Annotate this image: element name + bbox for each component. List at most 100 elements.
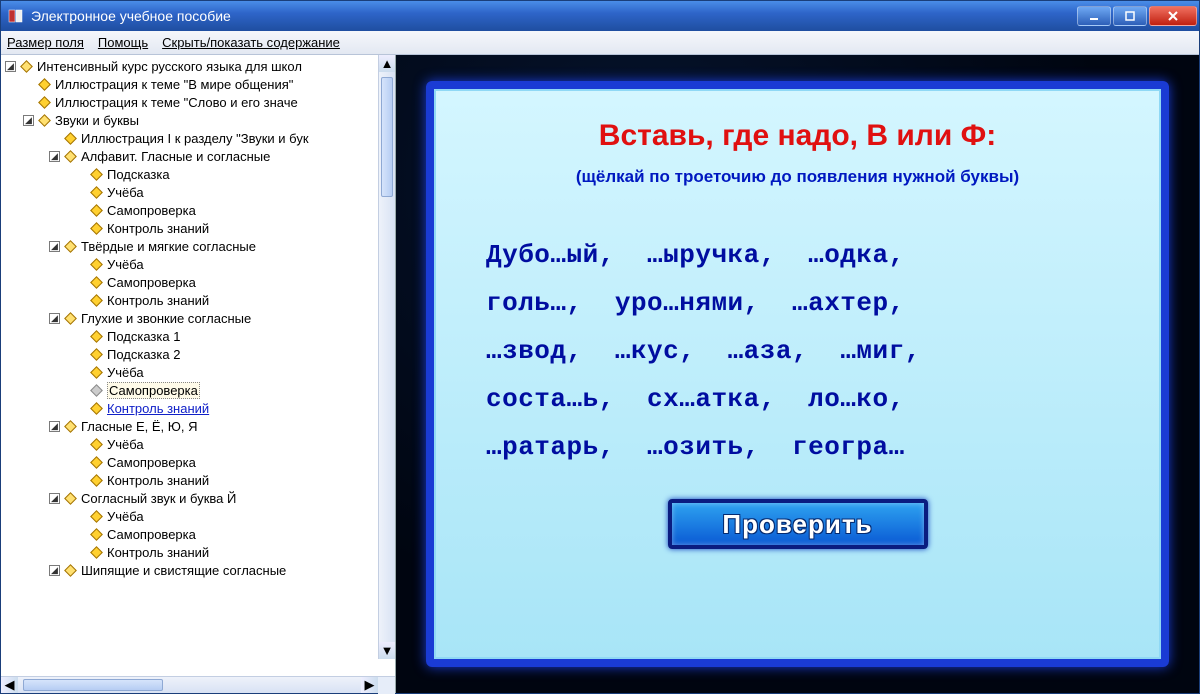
maximize-button[interactable] <box>1113 6 1147 26</box>
check-button[interactable]: Проверить <box>668 499 928 549</box>
exercise-panel: Вставь, где надо, В или Ф: (щёлкай по тр… <box>426 81 1169 667</box>
expand-icon[interactable]: ◢ <box>23 115 34 126</box>
tree-item[interactable]: Учёба <box>107 437 144 452</box>
word-blank[interactable]: …кус, <box>615 336 696 366</box>
tree-item-selected[interactable]: Самопроверка <box>107 382 200 399</box>
tree-item[interactable]: Алфавит. Гласные и согласные <box>81 149 270 164</box>
menu-field-size[interactable]: Размер поля <box>7 35 84 50</box>
page-icon <box>89 403 103 413</box>
word-blank[interactable]: ло…ко, <box>808 384 905 414</box>
tree-item[interactable]: Иллюстрация к теме "В мире общения" <box>55 77 293 92</box>
page-icon <box>89 457 103 467</box>
tree-item[interactable]: Контроль знаний <box>107 473 209 488</box>
vertical-scrollbar[interactable]: ▲ ▼ <box>378 55 395 659</box>
window-controls <box>1077 6 1197 26</box>
folder-icon <box>63 241 77 251</box>
tree-item[interactable]: Контроль знаний <box>107 293 209 308</box>
word-blank[interactable]: уро…нями, <box>615 288 760 318</box>
tree-item[interactable]: Контроль знаний <box>107 401 209 416</box>
expand-icon[interactable]: ◢ <box>49 421 60 432</box>
tree-panel: ◢ Интенсивный курс русского языка для шк… <box>1 55 395 676</box>
scroll-up-icon[interactable]: ▲ <box>379 55 395 72</box>
page-icon <box>63 133 77 143</box>
page-icon <box>89 295 103 305</box>
word-blank[interactable]: сх…атка, <box>647 384 776 414</box>
eye-icon <box>89 385 103 395</box>
tree-item[interactable]: Интенсивный курс русского языка для школ <box>37 59 302 74</box>
spacer <box>23 79 34 90</box>
tree-item[interactable]: Подсказка <box>107 167 170 182</box>
page-icon <box>89 223 103 233</box>
page-icon <box>37 79 51 89</box>
tree-item[interactable]: Самопроверка <box>107 275 196 290</box>
tree-item[interactable]: Учёба <box>107 365 144 380</box>
word-blank[interactable]: …аза, <box>728 336 809 366</box>
page-icon <box>89 277 103 287</box>
tree-item[interactable]: Глухие и звонкие согласные <box>81 311 251 326</box>
word-blank[interactable]: …ыручка, <box>647 240 776 270</box>
scroll-down-icon[interactable]: ▼ <box>379 642 395 659</box>
tree-item[interactable]: Контроль знаний <box>107 545 209 560</box>
word-blank[interactable]: …озить, <box>647 432 760 462</box>
expand-icon[interactable]: ◢ <box>49 241 60 252</box>
page-icon <box>37 97 51 107</box>
folder-icon <box>63 313 77 323</box>
tree-item[interactable]: Согласный звук и буква Й <box>81 491 236 506</box>
folder-icon <box>63 151 77 161</box>
word-blank[interactable]: …миг, <box>840 336 921 366</box>
expand-icon[interactable]: ◢ <box>49 493 60 504</box>
folder-icon <box>37 115 51 125</box>
tree: ◢ Интенсивный курс русского языка для шк… <box>1 57 395 579</box>
book-icon <box>19 61 33 71</box>
scroll-left-icon[interactable]: ◀ <box>1 677 18 693</box>
tree-item[interactable]: Учёба <box>107 509 144 524</box>
scroll-right-icon[interactable]: ▶ <box>361 677 378 693</box>
scroll-thumb[interactable] <box>381 77 393 197</box>
page-icon <box>89 349 103 359</box>
word-blank[interactable]: голь…, <box>486 288 583 318</box>
page-icon <box>89 169 103 179</box>
tree-item[interactable]: Учёба <box>107 257 144 272</box>
expand-icon[interactable]: ◢ <box>49 565 60 576</box>
tree-item[interactable]: Самопроверка <box>107 527 196 542</box>
scroll-thumb[interactable] <box>23 679 163 691</box>
page-icon <box>89 475 103 485</box>
tree-item[interactable]: Самопроверка <box>107 203 196 218</box>
exercise-subtitle: (щёлкай по троеточию до появления нужной… <box>576 167 1019 187</box>
expand-icon[interactable]: ◢ <box>49 313 60 324</box>
folder-icon <box>63 493 77 503</box>
tree-item[interactable]: Шипящие и свистящие согласные <box>81 563 286 578</box>
word-blank[interactable]: Дубо…ый, <box>486 240 615 270</box>
word-blank[interactable]: …одка, <box>808 240 905 270</box>
word-blank[interactable]: геогра… <box>792 432 905 462</box>
page-icon <box>89 331 103 341</box>
tree-item[interactable]: Звуки и буквы <box>55 113 139 128</box>
word-blank[interactable]: соста…ь, <box>486 384 615 414</box>
tree-item[interactable]: Твёрдые и мягкие согласные <box>81 239 256 254</box>
tree-item[interactable]: Подсказка 1 <box>107 329 180 344</box>
horizontal-scrollbar[interactable]: ◀ ▶ <box>1 676 395 693</box>
app-window: Электронное учебное пособие Размер поля … <box>0 0 1200 694</box>
page-icon <box>89 205 103 215</box>
exercise-body: Дубо…ый, …ыручка, …одка, голь…, уро…нями… <box>464 231 1131 471</box>
tree-item[interactable]: Иллюстрация I к разделу "Звуки и бук <box>81 131 309 146</box>
tree-item[interactable]: Самопроверка <box>107 455 196 470</box>
menu-toggle-toc[interactable]: Скрыть/показать содержание <box>162 35 340 50</box>
tree-item[interactable]: Контроль знаний <box>107 221 209 236</box>
close-button[interactable] <box>1149 6 1197 26</box>
menu-help[interactable]: Помощь <box>98 35 148 50</box>
tree-item[interactable]: Учёба <box>107 185 144 200</box>
word-blank[interactable]: …ахтер, <box>792 288 905 318</box>
expand-icon[interactable]: ◢ <box>49 151 60 162</box>
tree-item[interactable]: Иллюстрация к теме "Слово и его значе <box>55 95 298 110</box>
content-area: Вставь, где надо, В или Ф: (щёлкай по тр… <box>396 55 1199 693</box>
minimize-button[interactable] <box>1077 6 1111 26</box>
tree-item[interactable]: Подсказка 2 <box>107 347 180 362</box>
expand-icon[interactable]: ◢ <box>5 61 16 72</box>
tree-item[interactable]: Гласные Е, Ё, Ю, Я <box>81 419 198 434</box>
body-row: ◢ Интенсивный курс русского языка для шк… <box>1 55 1199 693</box>
page-icon <box>89 511 103 521</box>
word-blank[interactable]: …звод, <box>486 336 583 366</box>
word-blank[interactable]: …ратарь, <box>486 432 615 462</box>
folder-icon <box>63 565 77 575</box>
